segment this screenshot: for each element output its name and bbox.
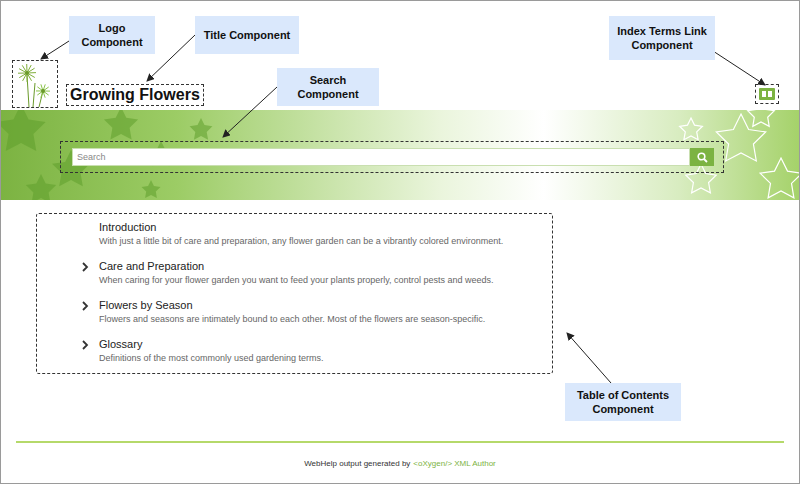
logo-icon[interactable]: [12, 60, 58, 108]
chevron-icon[interactable]: [81, 262, 89, 272]
toc-description: Flowers and seasons are intimately bound…: [99, 312, 485, 326]
footer-link[interactable]: <oXygen/> XML Author: [413, 459, 495, 468]
chevron-icon[interactable]: [81, 340, 89, 350]
banner: Search: [1, 110, 799, 200]
screenshot-frame: Growing Flowers Search IntroductionWith ju…: [0, 0, 800, 484]
callout-label: Search Component: [277, 68, 379, 106]
toc-item: Flowers by SeasonFlowers and seasons are…: [81, 298, 544, 326]
toc-item: IntroductionWith just a little bit of ca…: [81, 220, 544, 248]
magnifier-icon: [697, 152, 708, 163]
toc-title[interactable]: Glossary: [99, 337, 324, 351]
toc-title[interactable]: Introduction: [99, 220, 503, 234]
callout-label: Logo Component: [69, 16, 155, 54]
toc-title[interactable]: Care and Preparation: [99, 259, 494, 273]
callout-label: Index Terms Link Component: [609, 16, 715, 60]
search-input[interactable]: Search: [72, 148, 690, 166]
toc-description: With just a little bit of care and prepa…: [99, 234, 503, 248]
toc-description: When caring for your flower garden you w…: [99, 273, 494, 287]
toc-item: Care and PreparationWhen caring for your…: [81, 259, 544, 287]
site-title[interactable]: Growing Flowers: [66, 84, 204, 106]
toc-title[interactable]: Flowers by Season: [99, 298, 485, 312]
callout-label: Title Component: [195, 16, 299, 54]
table-of-contents: IntroductionWith just a little bit of ca…: [36, 213, 553, 374]
content: IntroductionWith just a little bit of ca…: [1, 200, 799, 374]
callout-label: Table of Contents Component: [565, 383, 681, 421]
search-component: Search: [60, 141, 724, 173]
index-terms-icon[interactable]: [755, 84, 779, 104]
footer: WebHelp output generated by<oXygen/> XML…: [16, 441, 784, 483]
toc-description: Definitions of the most commonly used ga…: [99, 351, 324, 365]
chevron-icon[interactable]: [81, 301, 89, 311]
search-button[interactable]: [690, 148, 714, 166]
toc-item: GlossaryDefinitions of the most commonly…: [81, 337, 544, 365]
